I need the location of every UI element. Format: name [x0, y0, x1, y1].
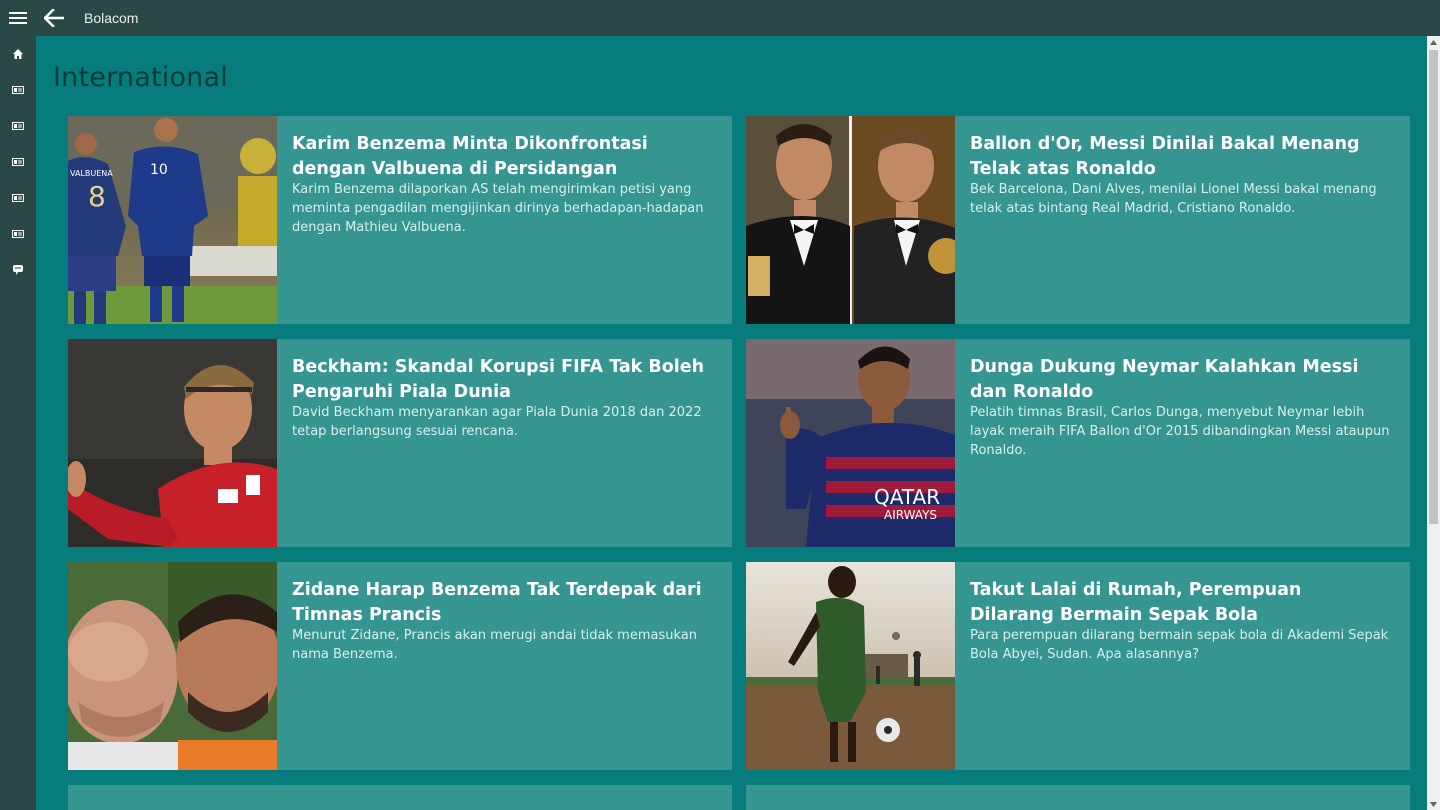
article-headline[interactable]: Karim Benzema Minta Dikonfrontasi dengan… [292, 132, 712, 180]
article-headline[interactable]: Dunga Dukung Neymar Kalahkan Messi dan R… [970, 355, 1390, 403]
hamburger-line [9, 12, 27, 14]
main-content: International 8 VALBUENA 10 Karim Benzem… [36, 36, 1427, 810]
article-headline[interactable]: Ballon d'Or, Messi Dinilai Bakal Menang … [970, 132, 1390, 180]
article-thumbnail [746, 116, 955, 324]
article-card[interactable]: 8 VALBUENA 10 Karim Benzema Minta Dikonf… [68, 116, 732, 324]
article-summary: Karim Benzema dilaporkan AS telah mengir… [292, 182, 704, 235]
sidebar-item-home[interactable] [0, 36, 36, 72]
category-icon [12, 158, 24, 166]
article-text: Beckham: Skandal Korupsi FIFA Tak Boleh … [292, 355, 712, 441]
article-headline[interactable]: Beckham: Skandal Korupsi FIFA Tak Boleh … [292, 355, 712, 403]
sidebar-item-category-1[interactable] [0, 72, 36, 108]
article-text: Zidane Harap Benzema Tak Terdepak dari T… [292, 578, 712, 664]
chevron-down-icon [1430, 801, 1437, 807]
article-thumbnail: 8 VALBUENA 10 [68, 116, 277, 324]
sidebar-item-category-4[interactable] [0, 180, 36, 216]
article-text: Ballon d'Or, Messi Dinilai Bakal Menang … [970, 132, 1390, 218]
article-summary: Pelatih timnas Brasil, Carlos Dunga, men… [970, 405, 1390, 458]
arrow-left-icon [44, 9, 64, 27]
article-card[interactable]: Takut Lalai di Rumah, Perempuan Dilarang… [746, 562, 1410, 770]
sidebar-item-category-3[interactable] [0, 144, 36, 180]
article-card[interactable]: QATAR AIRWAYS Dunga Dukung Neymar Kalahk… [746, 339, 1410, 547]
article-card-partial[interactable] [68, 785, 732, 810]
article-thumbnail [746, 562, 955, 770]
jersey-number: 10 [150, 162, 168, 178]
page-title: International [53, 62, 228, 93]
sponsor-subtext: AIRWAYS [884, 508, 937, 522]
chat-icon [13, 265, 23, 275]
sidebar-item-category-2[interactable] [0, 108, 36, 144]
vertical-scrollbar[interactable] [1427, 36, 1440, 810]
sponsor-text: QATAR [874, 485, 940, 509]
article-text: Karim Benzema Minta Dikonfrontasi dengan… [292, 132, 712, 237]
article-card[interactable]: Zidane Harap Benzema Tak Terdepak dari T… [68, 562, 732, 770]
neymar-photo: QATAR AIRWAYS [746, 339, 955, 547]
sidebar [0, 36, 36, 810]
article-summary: Bek Barcelona, Dani Alves, menilai Lione… [970, 182, 1377, 216]
category-icon [12, 122, 24, 130]
article-card-partial[interactable] [746, 785, 1410, 810]
chevron-up-icon [1430, 39, 1437, 45]
back-button[interactable] [40, 4, 68, 32]
ronaldo-messi-photo [746, 116, 955, 324]
hamburger-line [9, 22, 27, 24]
article-headline[interactable]: Takut Lalai di Rumah, Perempuan Dilarang… [970, 578, 1390, 626]
zidane-benzema-photo [68, 562, 277, 770]
article-thumbnail: QATAR AIRWAYS [746, 339, 955, 547]
hamburger-icon[interactable] [0, 0, 36, 36]
article-thumbnail [68, 562, 277, 770]
article-headline[interactable]: Zidane Harap Benzema Tak Terdepak dari T… [292, 578, 712, 626]
article-summary: Menurut Zidane, Prancis akan merugi anda… [292, 628, 697, 662]
sidebar-item-chat[interactable] [0, 252, 36, 288]
article-text: Dunga Dukung Neymar Kalahkan Messi dan R… [970, 355, 1390, 460]
sidebar-item-category-5[interactable] [0, 216, 36, 252]
app-title: Bolacom [84, 10, 139, 26]
beckham-photo [68, 339, 277, 547]
jersey-number: 8 [88, 180, 106, 213]
hamburger-line [9, 17, 27, 19]
jersey-name: VALBUENA [70, 169, 113, 178]
article-summary: Para perempuan dilarang bermain sepak bo… [970, 628, 1389, 662]
home-icon [13, 49, 23, 59]
scroll-thumb[interactable] [1429, 50, 1438, 524]
scroll-up-button[interactable] [1427, 36, 1440, 48]
article-card[interactable]: Ballon d'Or, Messi Dinilai Bakal Menang … [746, 116, 1410, 324]
article-text: Takut Lalai di Rumah, Perempuan Dilarang… [970, 578, 1390, 664]
category-icon [12, 194, 24, 202]
article-thumbnail [68, 339, 277, 547]
article-card[interactable]: Beckham: Skandal Korupsi FIFA Tak Boleh … [68, 339, 732, 547]
women-football-photo [746, 562, 955, 770]
football-players-photo: 8 VALBUENA 10 [68, 116, 277, 324]
article-summary: David Beckham menyarankan agar Piala Dun… [292, 405, 702, 439]
category-icon [12, 86, 24, 94]
title-bar: Bolacom [0, 0, 1440, 36]
category-icon [12, 230, 24, 238]
scroll-down-button[interactable] [1427, 798, 1440, 810]
